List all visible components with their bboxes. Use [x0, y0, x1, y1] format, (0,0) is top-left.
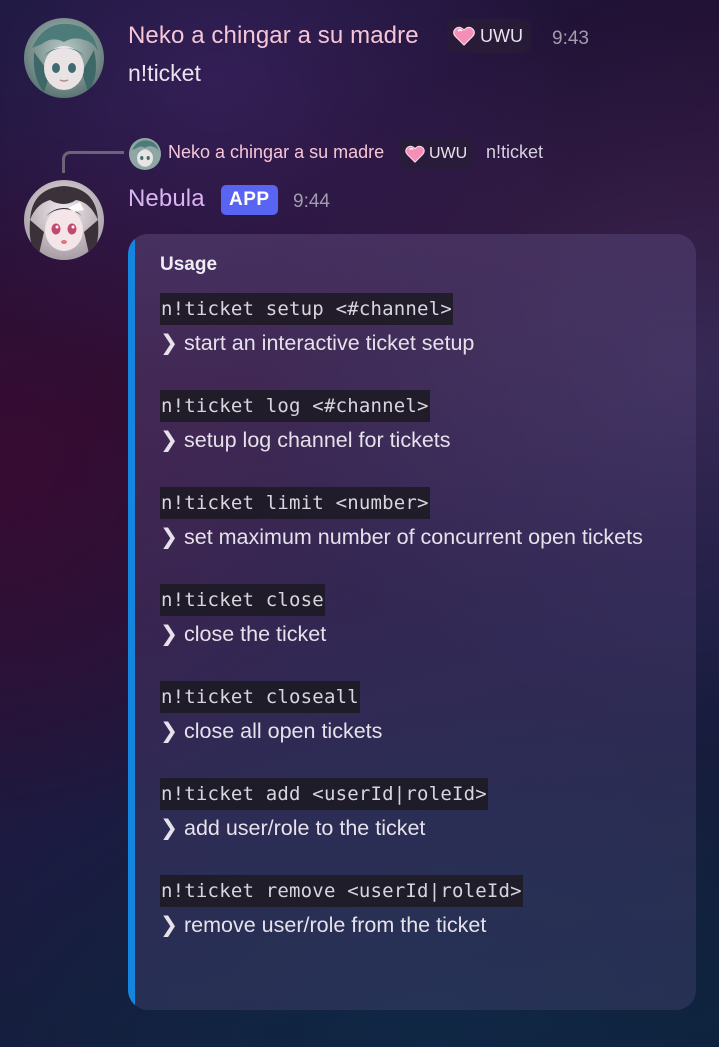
- usage-item: n!ticket log <#channel> ❯ setup log chan…: [160, 390, 680, 456]
- command-code: n!ticket closeall: [160, 681, 360, 713]
- bot-author-name[interactable]: Nebula: [128, 185, 205, 213]
- role-badge[interactable]: UWU: [447, 19, 531, 53]
- usage-embed: Usage n!ticket setup <#channel> ❯ start …: [128, 234, 696, 1010]
- command-description: ❯ remove user/role from the ticket: [160, 913, 487, 937]
- command-description: ❯ close the ticket: [160, 622, 327, 646]
- reply-connector: [62, 151, 124, 173]
- command-code: n!ticket close: [160, 584, 325, 616]
- embed-accent-bar: [128, 234, 135, 1010]
- message-timestamp[interactable]: 9:43: [552, 28, 589, 50]
- reply-role-badge[interactable]: UWU: [400, 138, 475, 170]
- usage-list: n!ticket setup <#channel> ❯ start an int…: [160, 293, 680, 972]
- command-description: ❯ set maximum number of concurrent open …: [160, 525, 643, 549]
- command-description: ❯ setup log channel for tickets: [160, 428, 451, 452]
- usage-item: n!ticket setup <#channel> ❯ start an int…: [160, 293, 680, 359]
- usage-item: n!ticket add <userId|roleId> ❯ add user/…: [160, 778, 680, 844]
- author-name[interactable]: Neko a chingar a su madre: [128, 22, 419, 50]
- usage-item: n!ticket closeall ❯ close all open ticke…: [160, 681, 680, 747]
- message-content: n!ticket: [128, 60, 201, 86]
- nebula-avatar[interactable]: [24, 180, 104, 260]
- command-code: n!ticket remove <userId|roleId>: [160, 875, 523, 907]
- reply-preview-text[interactable]: n!ticket: [486, 142, 543, 163]
- command-description: ❯ add user/role to the ticket: [160, 816, 426, 840]
- role-badge-label: UWU: [480, 25, 523, 46]
- reply-author-name[interactable]: Neko a chingar a su madre: [168, 142, 384, 163]
- pink-heart-icon: [453, 26, 475, 46]
- message-timestamp[interactable]: 9:44: [293, 191, 330, 213]
- command-code: n!ticket add <userId|roleId>: [160, 778, 488, 810]
- usage-item: n!ticket close ❯ close the ticket: [160, 584, 680, 650]
- command-description: ❯ start an interactive ticket setup: [160, 331, 475, 355]
- command-code: n!ticket setup <#channel>: [160, 293, 453, 325]
- command-code: n!ticket log <#channel>: [160, 390, 430, 422]
- pink-heart-icon: [405, 145, 425, 163]
- reply-avatar[interactable]: [129, 138, 161, 170]
- usage-item: n!ticket limit <number> ❯ set maximum nu…: [160, 487, 680, 553]
- embed-title: Usage: [160, 254, 218, 275]
- usage-item: n!ticket remove <userId|roleId> ❯ remove…: [160, 875, 680, 941]
- neko-avatar[interactable]: [24, 18, 104, 98]
- reply-role-badge-label: UWU: [429, 145, 468, 162]
- command-description: ❯ close all open tickets: [160, 719, 383, 743]
- app-badge: APP: [221, 185, 278, 215]
- command-code: n!ticket limit <number>: [160, 487, 430, 519]
